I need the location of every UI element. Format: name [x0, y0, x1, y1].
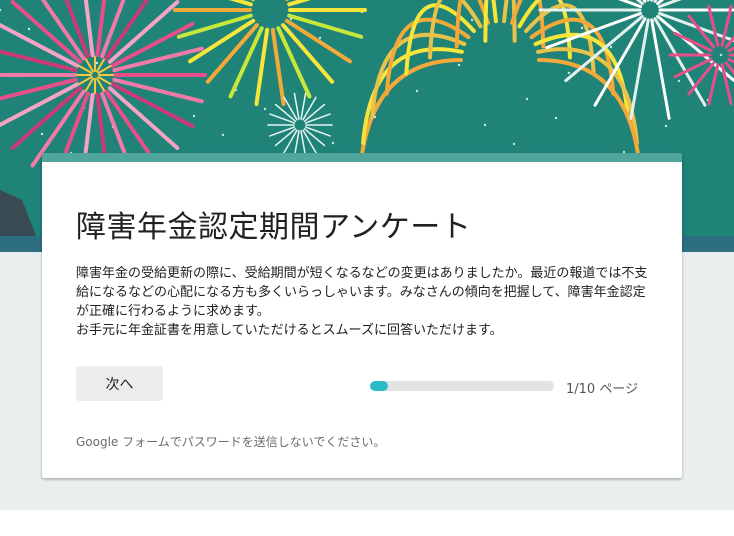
next-button[interactable]: 次へ: [76, 366, 163, 401]
form-title: 障害年金認定期間アンケート: [76, 210, 472, 245]
progress-label: 1/10 ページ: [566, 382, 639, 397]
password-warning-note: Google フォームでパスワードを送信しないでください。: [76, 435, 386, 449]
form-description: 障害年金の受給更新の際に、受給期間が短くなるなどの変更はありましたか。最近の報道…: [76, 266, 648, 338]
progress-bar-fill: [370, 381, 389, 391]
progress-bar: [370, 381, 554, 391]
form-card: 障害年金認定期間アンケート 障害年金の受給更新の際に、受給期間が短くなるなどの変…: [42, 153, 682, 478]
